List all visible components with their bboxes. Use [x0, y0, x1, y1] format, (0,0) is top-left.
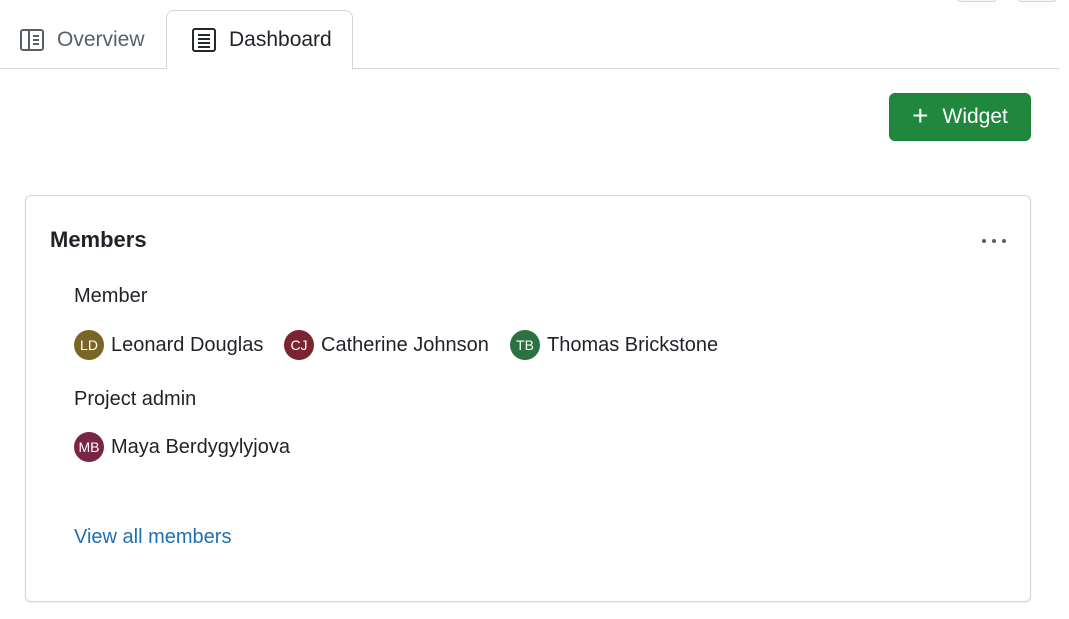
tab-bar: Overview Dashboard: [0, 0, 1060, 70]
list-icon: [191, 27, 217, 53]
member-name: Catherine Johnson: [321, 333, 489, 356]
member-name: Leonard Douglas: [111, 333, 264, 356]
card-title: Members: [50, 227, 147, 252]
plus-icon: +: [912, 99, 929, 131]
view-all-members-link[interactable]: View all members: [74, 526, 231, 549]
member-chip[interactable]: CJ Catherine Johnson: [284, 330, 497, 360]
add-widget-label: Widget: [942, 105, 1008, 128]
avatar: MB: [74, 432, 104, 462]
members-card: Members Member LD Leonard Douglas CJ Cat…: [25, 195, 1031, 602]
admin-list: MB Maya Berdygylyjova: [74, 431, 290, 463]
tab-overview[interactable]: Overview: [1, 10, 161, 69]
role-label-member: Member: [74, 285, 148, 307]
book-icon: [19, 28, 45, 52]
more-options-icon[interactable]: [978, 230, 1010, 252]
member-chip[interactable]: TB Thomas Brickstone: [510, 330, 718, 360]
avatar: LD: [74, 330, 104, 360]
avatar: CJ: [284, 330, 314, 360]
member-name: Thomas Brickstone: [547, 333, 719, 356]
tab-overview-label: Overview: [57, 27, 145, 51]
tab-dashboard-label: Dashboard: [229, 28, 332, 51]
avatar: TB: [510, 330, 540, 360]
add-widget-button[interactable]: + Widget: [889, 93, 1031, 141]
member-chip[interactable]: MB Maya Berdygylyjova: [74, 432, 290, 462]
member-chip[interactable]: LD Leonard Douglas: [74, 330, 271, 360]
member-list: LD Leonard Douglas CJ Catherine Johnson …: [74, 329, 718, 361]
member-name: Maya Berdygylyjova: [111, 435, 290, 458]
role-label-project-admin: Project admin: [74, 388, 197, 410]
tab-dashboard[interactable]: Dashboard: [166, 10, 353, 70]
